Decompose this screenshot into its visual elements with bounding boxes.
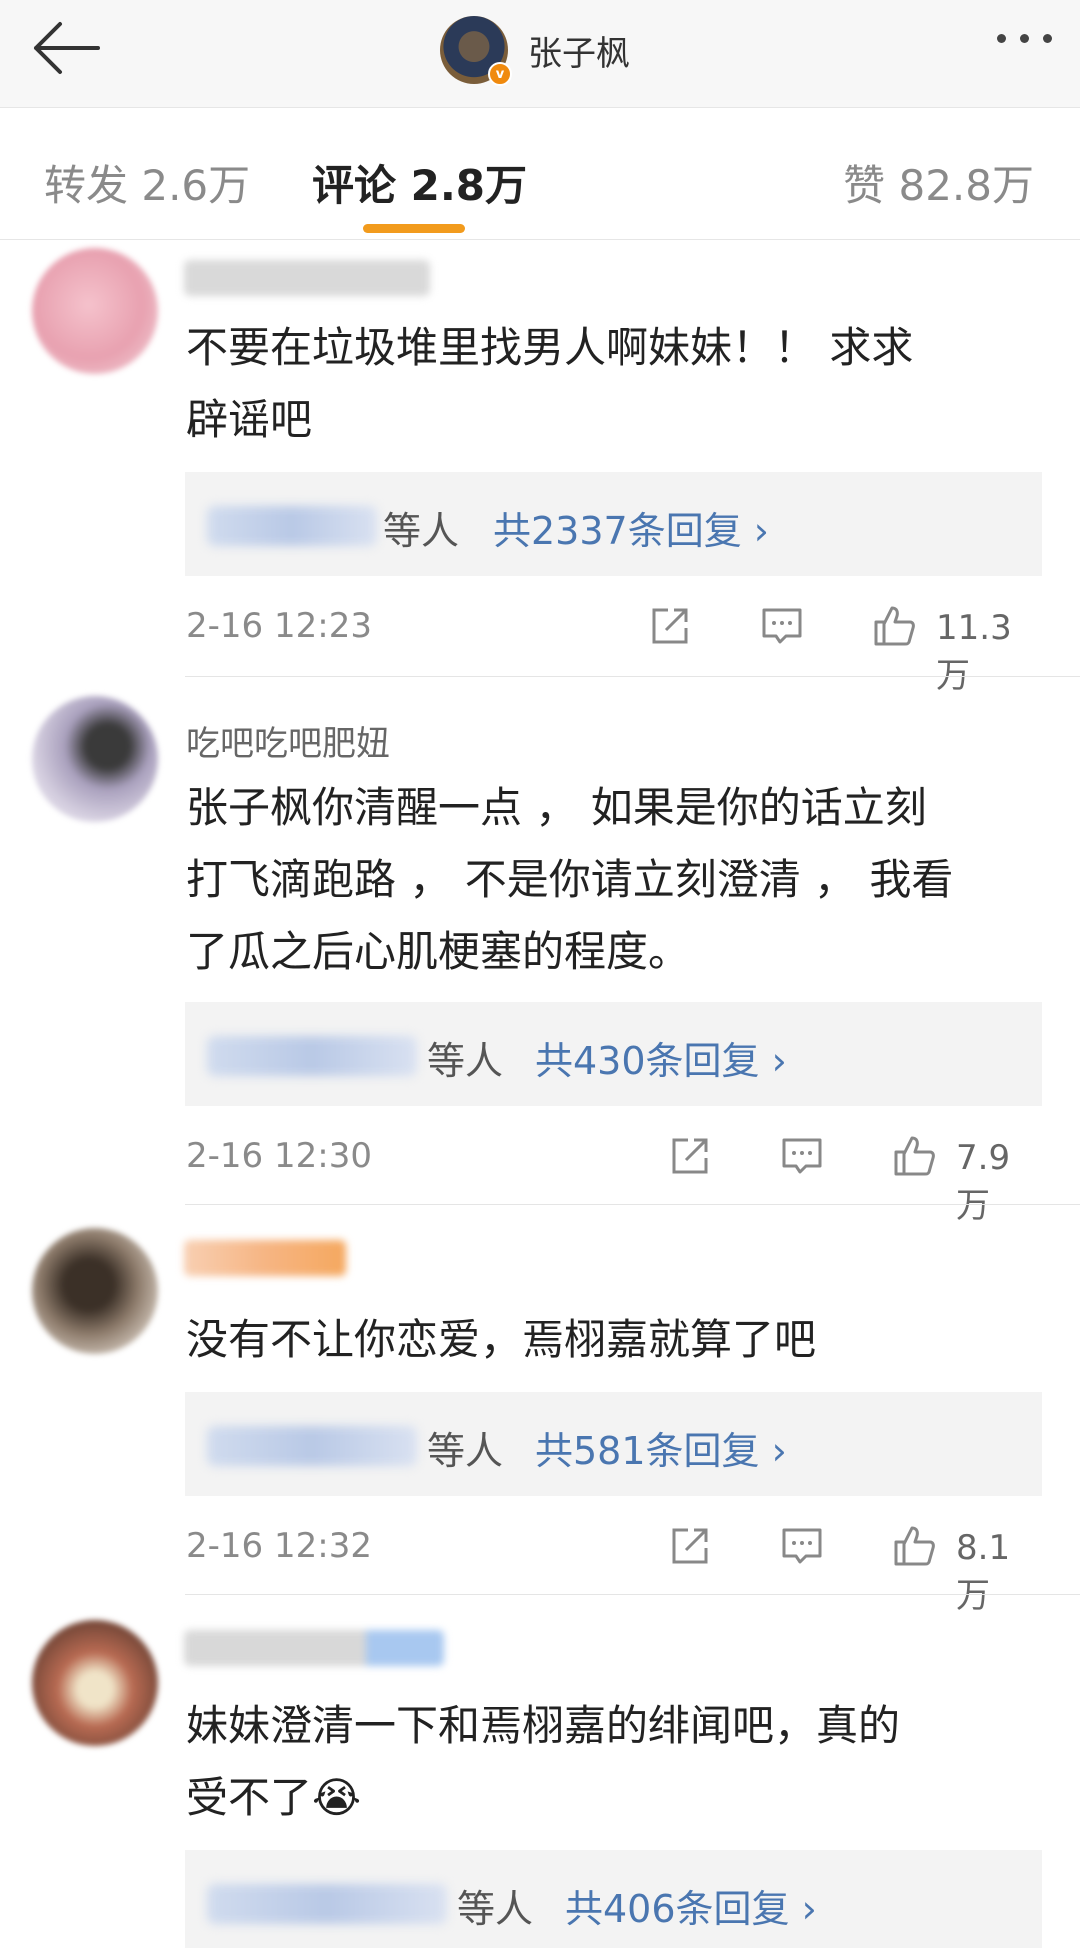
comment-meta: 2-16 12:23 11.3万: [186, 602, 1042, 696]
reply-preview[interactable]: 等人 共581条回复 ›: [185, 1392, 1042, 1496]
comment-time: 2-16 12:30: [186, 1136, 372, 1176]
like-count: 7.9万: [956, 1138, 1011, 1226]
comment-icon[interactable]: [778, 1132, 826, 1180]
divider: [185, 1204, 1080, 1205]
comment-time: 2-16 12:32: [186, 1526, 372, 1566]
reply-preview[interactable]: 等人 共430条回复 ›: [185, 1002, 1042, 1106]
verified-badge: v: [488, 62, 512, 86]
thumbs-up-icon[interactable]: [890, 1522, 938, 1570]
comment-meta: 2-16 12:32 8.1万: [186, 1522, 1042, 1616]
comment-username[interactable]: 吃吧吃吧肥妞: [186, 716, 390, 765]
share-icon[interactable]: [666, 1522, 714, 1570]
reply-users-blurred: [207, 1426, 417, 1466]
reply-count-link[interactable]: 共581条回复 ›: [535, 1420, 787, 1475]
thumbs-up-icon[interactable]: [890, 1132, 938, 1180]
share-icon[interactable]: [646, 602, 694, 650]
avatar[interactable]: [32, 248, 158, 374]
tab-bar: 转发 2.6万 评论 2.8万 赞 82.8万: [0, 108, 1080, 240]
avatar[interactable]: [32, 1620, 158, 1746]
header-username[interactable]: 张子枫: [528, 26, 630, 75]
like-count: 11.3万: [936, 608, 1012, 696]
tab-comments[interactable]: 评论 2.8万: [312, 152, 527, 213]
comment-meta: 2-16 12:30 7.9万: [186, 1132, 1042, 1226]
divider: [185, 676, 1080, 677]
tab-repost[interactable]: 转发 2.6万: [44, 152, 250, 213]
reply-count-link[interactable]: 共430条回复 ›: [535, 1030, 787, 1085]
more-button[interactable]: [997, 34, 1052, 43]
profile-header[interactable]: v 张子枫: [440, 10, 630, 90]
comment-text: 妹妹澄清一下和焉栩嘉的绯闻吧，真的 受不了😭: [186, 1701, 901, 1822]
reply-users-blurred: [207, 1884, 447, 1924]
divider: [185, 1594, 1080, 1595]
reply-preview[interactable]: 等人 共2337条回复 ›: [185, 472, 1042, 576]
username-blurred[interactable]: [184, 1240, 346, 1276]
username-blurred[interactable]: [184, 260, 430, 296]
avatar[interactable]: v: [440, 16, 512, 86]
back-button[interactable]: [26, 18, 106, 78]
reply-users-blurred: [207, 506, 377, 546]
comment-text: 不要在垃圾堆里找男人啊妹妹！！ 求求 辟谣吧: [186, 323, 914, 444]
avatar[interactable]: [32, 1228, 158, 1354]
tab-likes[interactable]: 赞 82.8万: [843, 152, 1034, 213]
comment-text: 没有不让你恋爱，焉栩嘉就算了吧: [186, 1315, 817, 1364]
arrow-left-icon: [34, 22, 100, 74]
reply-count-link[interactable]: 共406条回复 ›: [565, 1878, 817, 1933]
username-blurred[interactable]: [184, 1630, 444, 1666]
comment-icon[interactable]: [758, 602, 806, 650]
thumbs-up-icon[interactable]: [870, 602, 918, 650]
avatar[interactable]: [32, 696, 158, 822]
more-dots-icon: [997, 34, 1006, 43]
comment-time: 2-16 12:23: [186, 606, 372, 646]
comment-icon[interactable]: [778, 1522, 826, 1570]
active-tab-indicator: [363, 224, 465, 233]
share-icon[interactable]: [666, 1132, 714, 1180]
reply-preview[interactable]: 等人 共406条回复 ›: [185, 1850, 1042, 1948]
comment-text: 张子枫你清醒一点 ， 如果是你的话立刻 打飞滴跑路 ， 不是你请立刻澄清 ， 我…: [186, 783, 954, 976]
reply-users-blurred: [207, 1036, 417, 1076]
top-nav-bar: v 张子枫: [0, 0, 1080, 108]
reply-count-link[interactable]: 共2337条回复 ›: [493, 500, 769, 555]
like-count: 8.1万: [956, 1528, 1011, 1616]
